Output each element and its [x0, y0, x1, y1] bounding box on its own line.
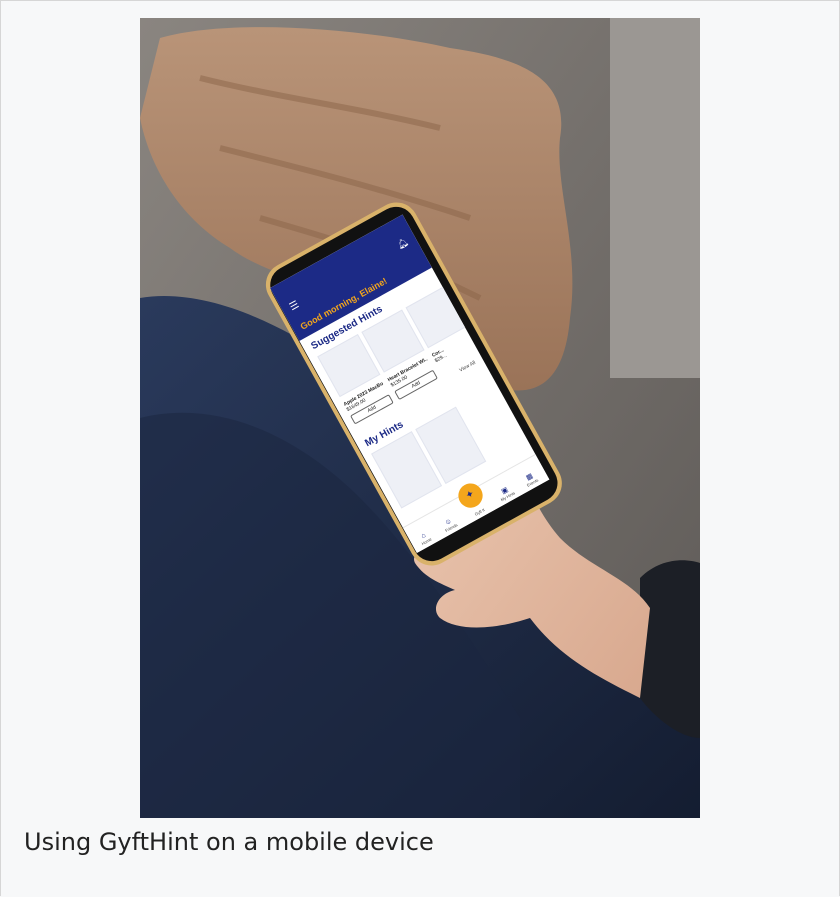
menu-icon[interactable]: ☰ [288, 299, 301, 313]
bell-icon[interactable]: 🔔︎ [395, 236, 410, 251]
view-all-link[interactable]: View All [458, 360, 476, 374]
image-caption: Using GyftHint on a mobile device [24, 828, 434, 856]
photo: ☰ 🔔︎ Good morning, Elaine! Suggested Hin… [140, 18, 700, 818]
